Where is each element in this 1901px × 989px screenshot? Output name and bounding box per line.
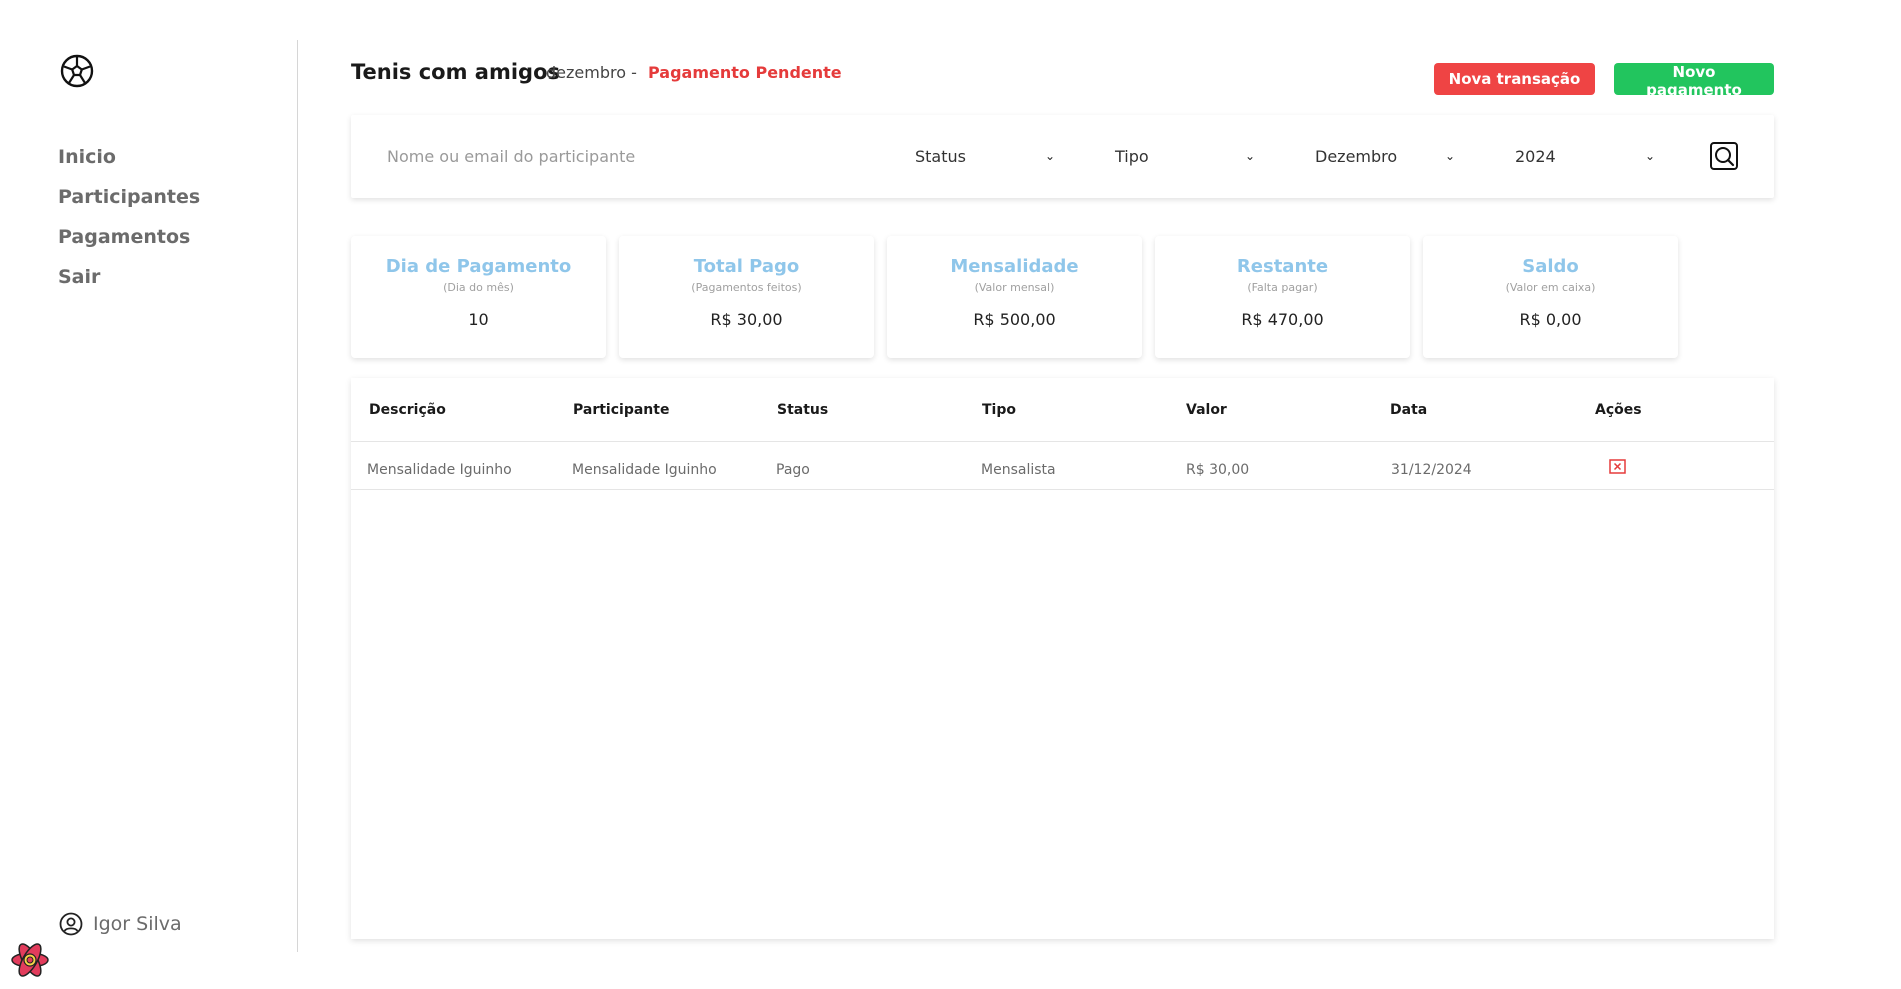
month-select[interactable]: Dezembro ⌄ — [1315, 142, 1455, 170]
search-button[interactable] — [1710, 142, 1738, 170]
sidebar: Inicio Participantes Pagamentos Sair Igo… — [0, 0, 298, 989]
status-select[interactable]: Status ⌄ — [915, 142, 1055, 170]
tipo-select[interactable]: Tipo ⌄ — [1115, 142, 1255, 170]
card-subtitle: (Pagamentos feitos) — [691, 281, 802, 294]
card-title: Mensalidade — [950, 256, 1079, 277]
card-subtitle: (Valor em caixa) — [1505, 281, 1596, 294]
new-payment-button[interactable]: Novo pagamento — [1614, 63, 1774, 99]
status-select-value: Status — [915, 146, 966, 166]
month-select-value: Dezembro — [1315, 146, 1398, 166]
page-title: Tenis com amigos — [351, 60, 561, 84]
column-header-data: Data — [1390, 402, 1428, 418]
card-total-paid: Total Pago (Pagamentos feitos) R$ 30,00 — [619, 236, 874, 358]
current-month: dezembro - — [546, 63, 637, 82]
sidebar-item-inicio[interactable]: Inicio — [58, 145, 200, 185]
search-icon — [1715, 147, 1735, 167]
chevron-down-icon: ⌄ — [1244, 149, 1255, 163]
card-title: Dia de Pagamento — [385, 256, 572, 277]
chevron-down-icon: ⌄ — [1444, 149, 1455, 163]
user-circle-icon — [59, 912, 83, 936]
sidebar-nav: Inicio Participantes Pagamentos Sair — [58, 145, 200, 305]
card-title: Restante — [1236, 256, 1329, 277]
column-header-descricao: Descrição — [369, 402, 446, 418]
card-monthly-fee: Mensalidade (Valor mensal) R$ 500,00 — [887, 236, 1142, 358]
cell-status: Pago — [776, 462, 810, 478]
cell-tipo: Mensalista — [981, 462, 1056, 478]
column-header-tipo: Tipo — [982, 402, 1016, 418]
column-header-participante: Participante — [573, 402, 670, 418]
card-balance: Saldo (Valor em caixa) R$ 0,00 — [1423, 236, 1678, 358]
sidebar-item-pagamentos[interactable]: Pagamentos — [58, 225, 200, 265]
new-transaction-button[interactable]: Nova transação — [1434, 63, 1595, 95]
table-header: Descrição Participante Status Tipo Valor… — [351, 378, 1774, 442]
card-subtitle: (Dia do mês) — [443, 281, 514, 294]
column-header-acoes: Ações — [1595, 402, 1642, 418]
card-value: R$ 500,00 — [973, 310, 1056, 329]
payment-status: Pagamento Pendente — [648, 63, 842, 82]
card-value: R$ 0,00 — [1519, 310, 1582, 329]
column-header-status: Status — [777, 402, 829, 418]
sidebar-divider — [297, 40, 298, 952]
page-header: Tenis com amigos dezembro - Pagamento Pe… — [351, 60, 1774, 100]
cell-descricao: Mensalidade Iguinho — [367, 462, 512, 478]
filter-bar: Status ⌄ Tipo ⌄ Dezembro ⌄ 2024 ⌄ — [351, 115, 1774, 198]
user-profile[interactable]: Igor Silva — [59, 912, 182, 936]
user-name: Igor Silva — [93, 913, 182, 935]
card-title: Total Pago — [693, 256, 800, 277]
cell-data: 31/12/2024 — [1391, 462, 1472, 478]
card-title: Saldo — [1522, 256, 1579, 277]
search-input[interactable] — [387, 142, 827, 170]
react-devtools-icon[interactable] — [8, 938, 52, 982]
card-subtitle: (Falta pagar) — [1247, 281, 1318, 294]
sidebar-item-sair[interactable]: Sair — [58, 265, 200, 305]
soccer-ball-icon[interactable] — [59, 53, 95, 89]
year-select-value: 2024 — [1515, 146, 1556, 166]
chevron-down-icon: ⌄ — [1644, 149, 1655, 163]
card-value: 10 — [468, 310, 489, 329]
chevron-down-icon: ⌄ — [1044, 149, 1055, 163]
cell-valor: R$ 30,00 — [1186, 462, 1250, 478]
transactions-table: Descrição Participante Status Tipo Valor… — [351, 378, 1774, 939]
delete-icon[interactable] — [1609, 459, 1626, 474]
sidebar-item-participantes[interactable]: Participantes — [58, 185, 200, 225]
column-header-valor: Valor — [1186, 402, 1227, 418]
tipo-select-value: Tipo — [1115, 146, 1149, 166]
card-remaining: Restante (Falta pagar) R$ 470,00 — [1155, 236, 1410, 358]
card-value: R$ 30,00 — [710, 310, 783, 329]
table-row[interactable]: Mensalidade Iguinho Mensalidade Iguinho … — [351, 442, 1774, 490]
card-value: R$ 470,00 — [1241, 310, 1324, 329]
year-select[interactable]: 2024 ⌄ — [1515, 142, 1655, 170]
card-subtitle: (Valor mensal) — [974, 281, 1055, 294]
cell-participante: Mensalidade Iguinho — [572, 462, 717, 478]
card-payment-day: Dia de Pagamento (Dia do mês) 10 — [351, 236, 606, 358]
